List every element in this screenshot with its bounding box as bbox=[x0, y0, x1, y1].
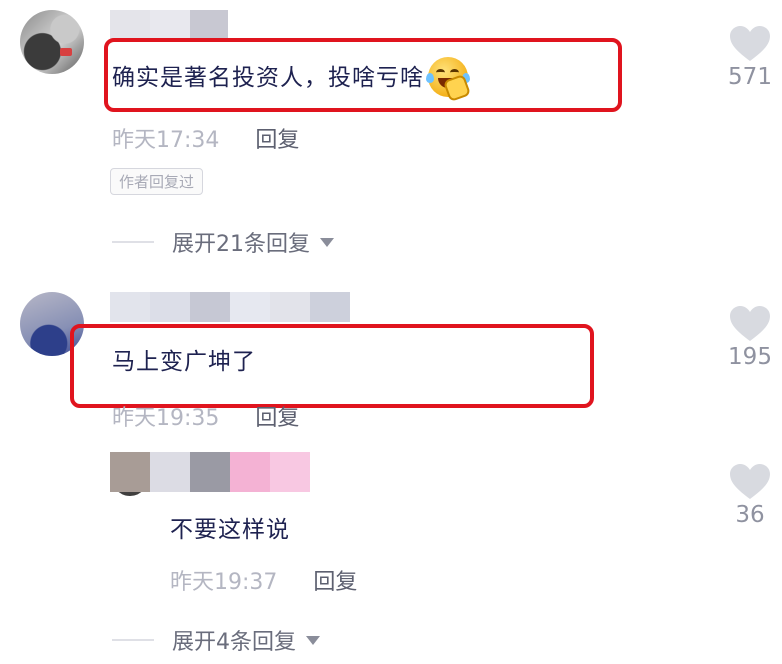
username-blurred[interactable] bbox=[110, 292, 350, 322]
comment-meta: 昨天17:34 回复 bbox=[112, 122, 299, 154]
divider bbox=[112, 639, 154, 641]
author-replied-badge: 作者回复过 bbox=[110, 168, 204, 195]
caret-down-icon bbox=[320, 237, 334, 247]
comment-time: 昨天19:35 bbox=[112, 406, 220, 431]
red-highlight-box bbox=[104, 38, 622, 112]
like-button[interactable]: 195 bbox=[720, 306, 780, 370]
reply-button[interactable]: 回复 bbox=[313, 564, 357, 596]
like-count: 36 bbox=[735, 502, 765, 528]
username-blurred[interactable] bbox=[110, 10, 228, 40]
comment-meta: 昨天19:35 回复 bbox=[112, 400, 299, 432]
reply-text: 不要这样说 bbox=[170, 517, 290, 543]
like-button[interactable]: 36 bbox=[720, 464, 780, 528]
comment-time: 昨天17:34 bbox=[112, 128, 220, 153]
like-count: 195 bbox=[728, 344, 772, 370]
caret-down-icon bbox=[306, 635, 320, 645]
like-count: 571 bbox=[728, 64, 772, 90]
red-highlight-box bbox=[70, 324, 594, 408]
heart-icon bbox=[730, 464, 770, 499]
reply-button[interactable]: 回复 bbox=[255, 400, 299, 432]
username-blurred[interactable] bbox=[110, 452, 310, 492]
reply-time: 昨天19:37 bbox=[170, 570, 278, 595]
reply-meta: 昨天19:37 回复 bbox=[170, 564, 357, 596]
expand-replies-label: 展开21条回复 bbox=[172, 232, 310, 257]
divider bbox=[112, 241, 154, 243]
heart-icon bbox=[730, 26, 770, 61]
commenter-avatar[interactable] bbox=[20, 10, 84, 74]
reply-button[interactable]: 回复 bbox=[255, 122, 299, 154]
heart-icon bbox=[730, 306, 770, 341]
expand-replies-button[interactable]: 展开4条回复 bbox=[112, 624, 320, 656]
expand-replies-button[interactable]: 展开21条回复 bbox=[112, 226, 334, 258]
like-button[interactable]: 571 bbox=[720, 26, 780, 90]
expand-replies-label: 展开4条回复 bbox=[172, 630, 296, 655]
